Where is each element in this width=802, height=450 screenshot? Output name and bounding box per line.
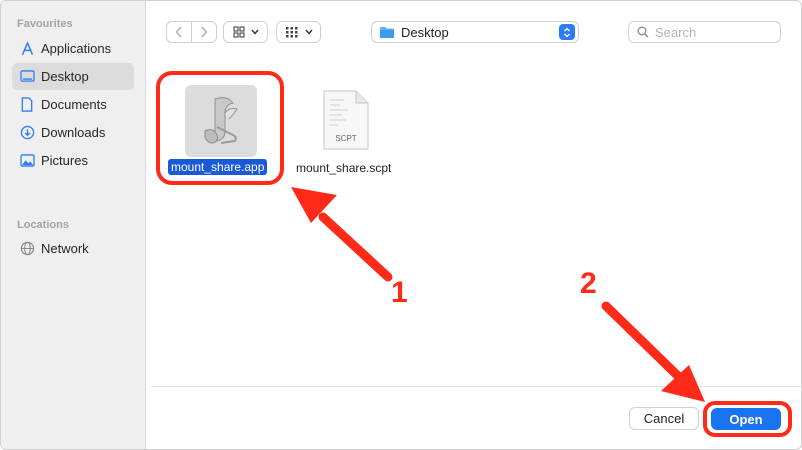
step-2-label: 2	[580, 267, 597, 300]
step-1-label: 1	[391, 276, 408, 309]
open-file-dialog: Favourites Applications Desktop Document…	[0, 0, 802, 450]
arrow-2	[601, 301, 705, 402]
arrow-1	[291, 187, 393, 282]
annotation-arrows	[291, 187, 705, 402]
